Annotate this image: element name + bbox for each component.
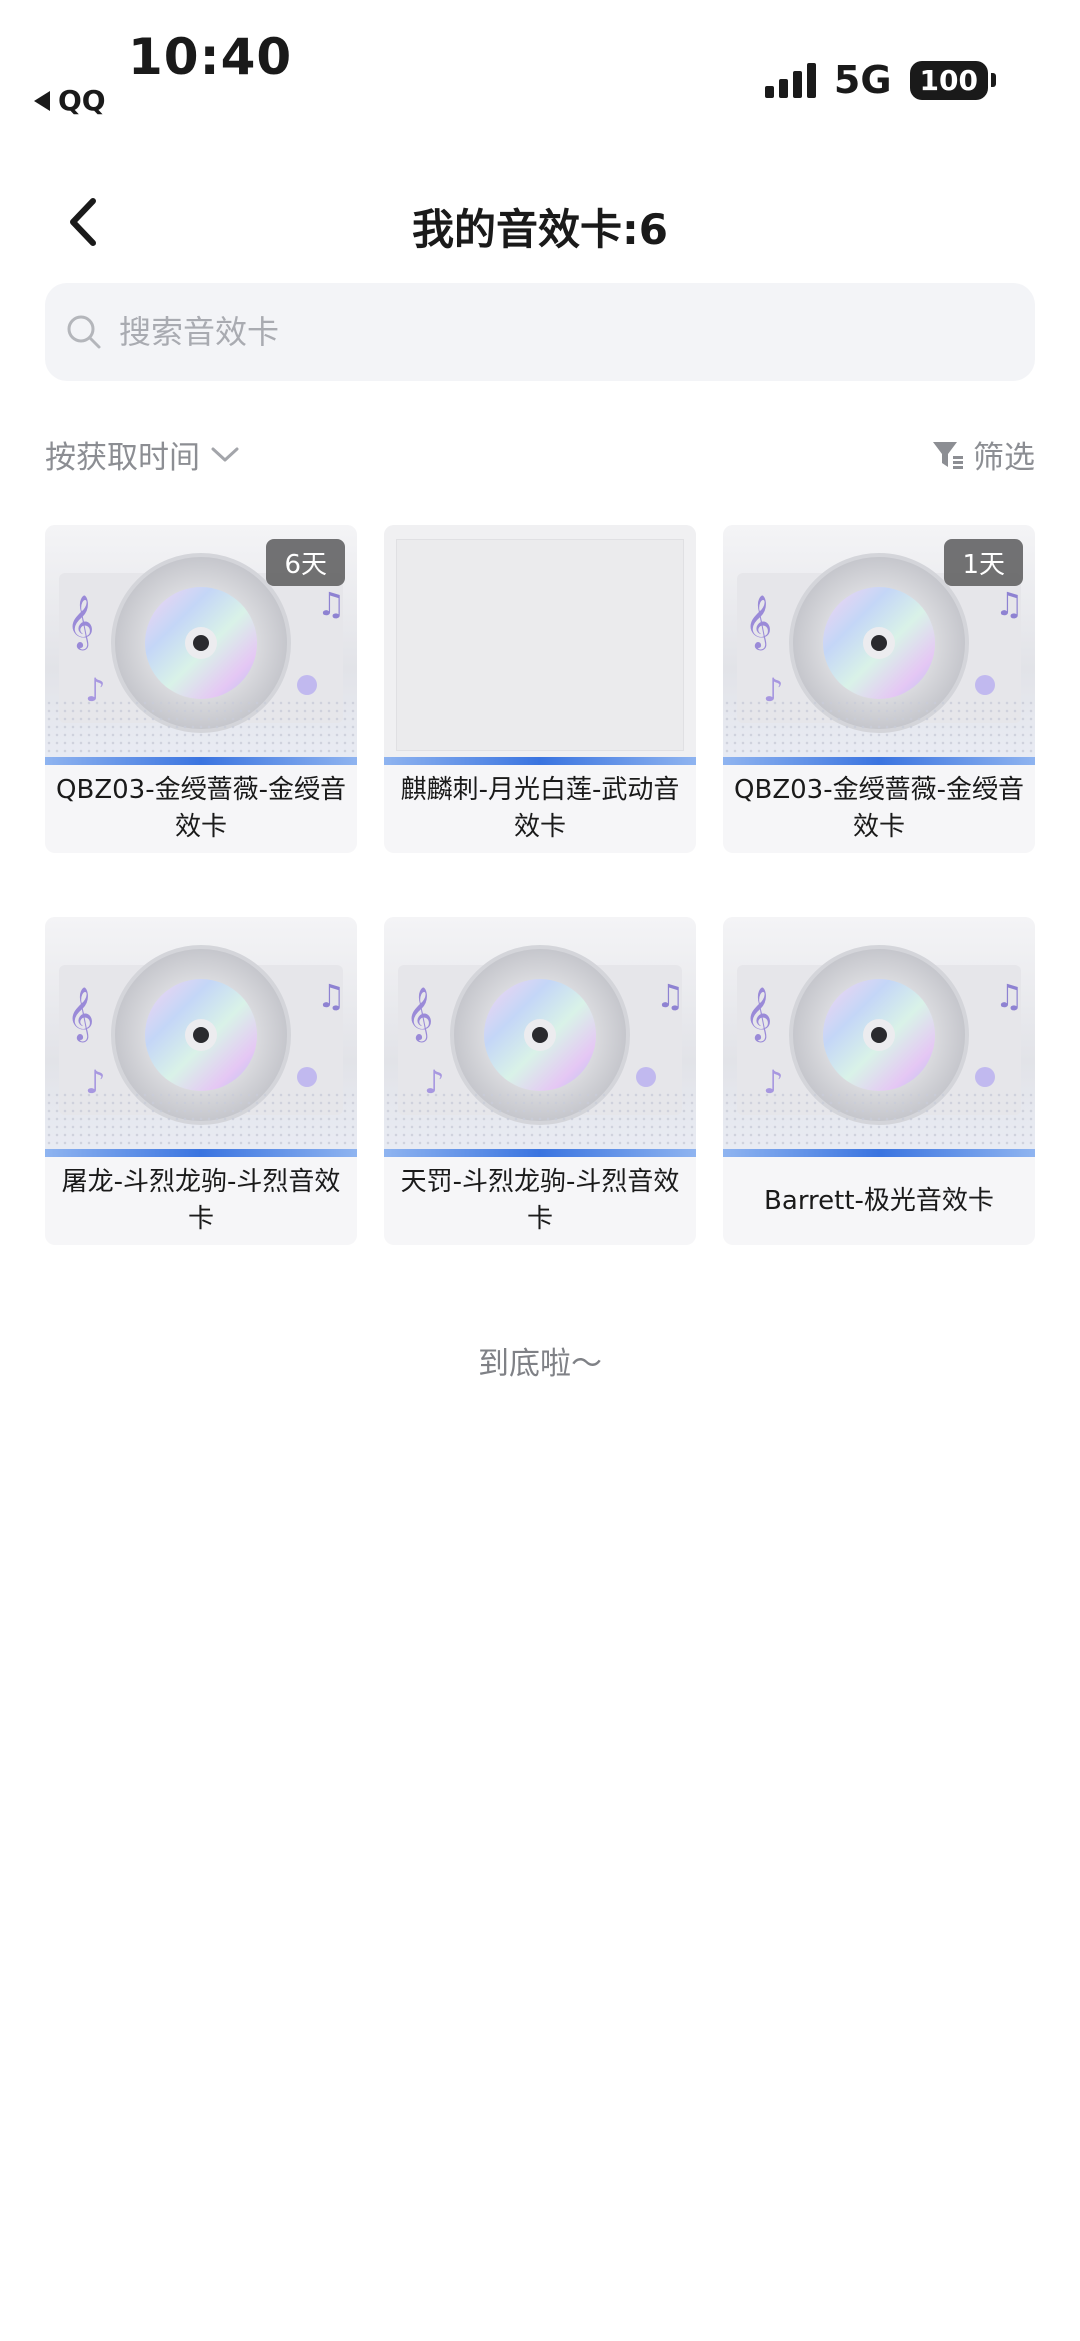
sound-card[interactable]: 𝄞 ♫ ♪ 6天 QBZ03-金绶蔷薇-金绶音效卡 [45, 525, 357, 853]
back-app-label: QQ [58, 84, 106, 117]
expiry-badge: 6天 [266, 539, 345, 586]
svg-text:♫: ♫ [995, 977, 1024, 1015]
network-type: 5G [833, 58, 892, 102]
cd-disc-icon: 𝄞 ♫ ♪ [723, 917, 1035, 1157]
cd-disc-icon: 𝄞 ♫ ♪ 6天 [45, 525, 357, 765]
back-to-app-link[interactable]: QQ [34, 84, 106, 117]
cd-disc-icon: 𝄞 ♫ ♪ [45, 917, 357, 1157]
sound-card[interactable]: 麒麟刺-月光白莲-武动音效卡 [384, 525, 696, 853]
sound-card-grid: 𝄞 ♫ ♪ 6天 QBZ03-金绶蔷薇-金绶音效卡 麒麟刺-月光白莲-武动音效卡 𝄞… [45, 525, 1035, 1245]
sort-label: 按获取时间 [45, 440, 200, 476]
filter-icon [933, 441, 963, 469]
battery-level: 100 [909, 60, 988, 100]
sort-dropdown[interactable]: 按获取时间 [45, 432, 240, 477]
svg-text:♫: ♫ [656, 977, 685, 1015]
card-cover-placeholder [384, 525, 696, 765]
page-title: 我的音效卡:6 [411, 205, 669, 254]
sound-card[interactable]: 𝄞 ♫ ♪ 1天 QBZ03-金绶蔷薇-金绶音效卡 [723, 525, 1035, 853]
sound-card[interactable]: 𝄞 ♫ ♪ Barrett-极光音效卡 [723, 917, 1035, 1245]
cd-disc-icon: 𝄞 ♫ ♪ [384, 917, 696, 1157]
card-title: 天罚-斗烈龙驹-斗烈音效卡 [400, 1167, 680, 1234]
svg-text:𝄞: 𝄞 [406, 986, 433, 1042]
status-time: 10:40 [128, 28, 293, 86]
chevron-down-icon [211, 447, 239, 461]
svg-text:♫: ♫ [317, 977, 346, 1015]
end-of-list-tip: 到底啦～ [478, 1346, 602, 1382]
search-input[interactable] [117, 312, 921, 352]
sound-card[interactable]: 𝄞 ♫ ♪ 屠龙-斗烈龙驹-斗烈音效卡 [45, 917, 357, 1245]
search-icon [67, 315, 101, 349]
search-bar[interactable] [45, 283, 1035, 381]
filter-button[interactable]: 筛选 [931, 432, 1035, 477]
signal-icon [764, 62, 816, 98]
battery-icon: 100 [909, 60, 996, 100]
card-title: 麒麟刺-月光白莲-武动音效卡 [400, 775, 680, 842]
card-title: QBZ03-金绶蔷薇-金绶音效卡 [734, 775, 1024, 842]
card-title: 屠龙-斗烈龙驹-斗烈音效卡 [61, 1167, 341, 1234]
svg-text:𝄞: 𝄞 [745, 594, 772, 650]
svg-text:♫: ♫ [317, 585, 346, 623]
sound-card[interactable]: 𝄞 ♫ ♪ 天罚-斗烈龙驹-斗烈音效卡 [384, 917, 696, 1245]
card-title: Barrett-极光音效卡 [764, 1185, 994, 1216]
cd-disc-icon: 𝄞 ♫ ♪ 1天 [723, 525, 1035, 765]
svg-text:𝄞: 𝄞 [67, 594, 94, 650]
svg-text:♫: ♫ [995, 585, 1024, 623]
filter-label: 筛选 [973, 440, 1035, 476]
status-indicators: 5G 100 [764, 58, 996, 102]
expiry-badge: 1天 [944, 539, 1023, 586]
svg-text:𝄞: 𝄞 [67, 986, 94, 1042]
svg-text:𝄞: 𝄞 [745, 986, 772, 1042]
back-triangle-icon [34, 90, 50, 111]
card-title: QBZ03-金绶蔷薇-金绶音效卡 [56, 775, 346, 842]
